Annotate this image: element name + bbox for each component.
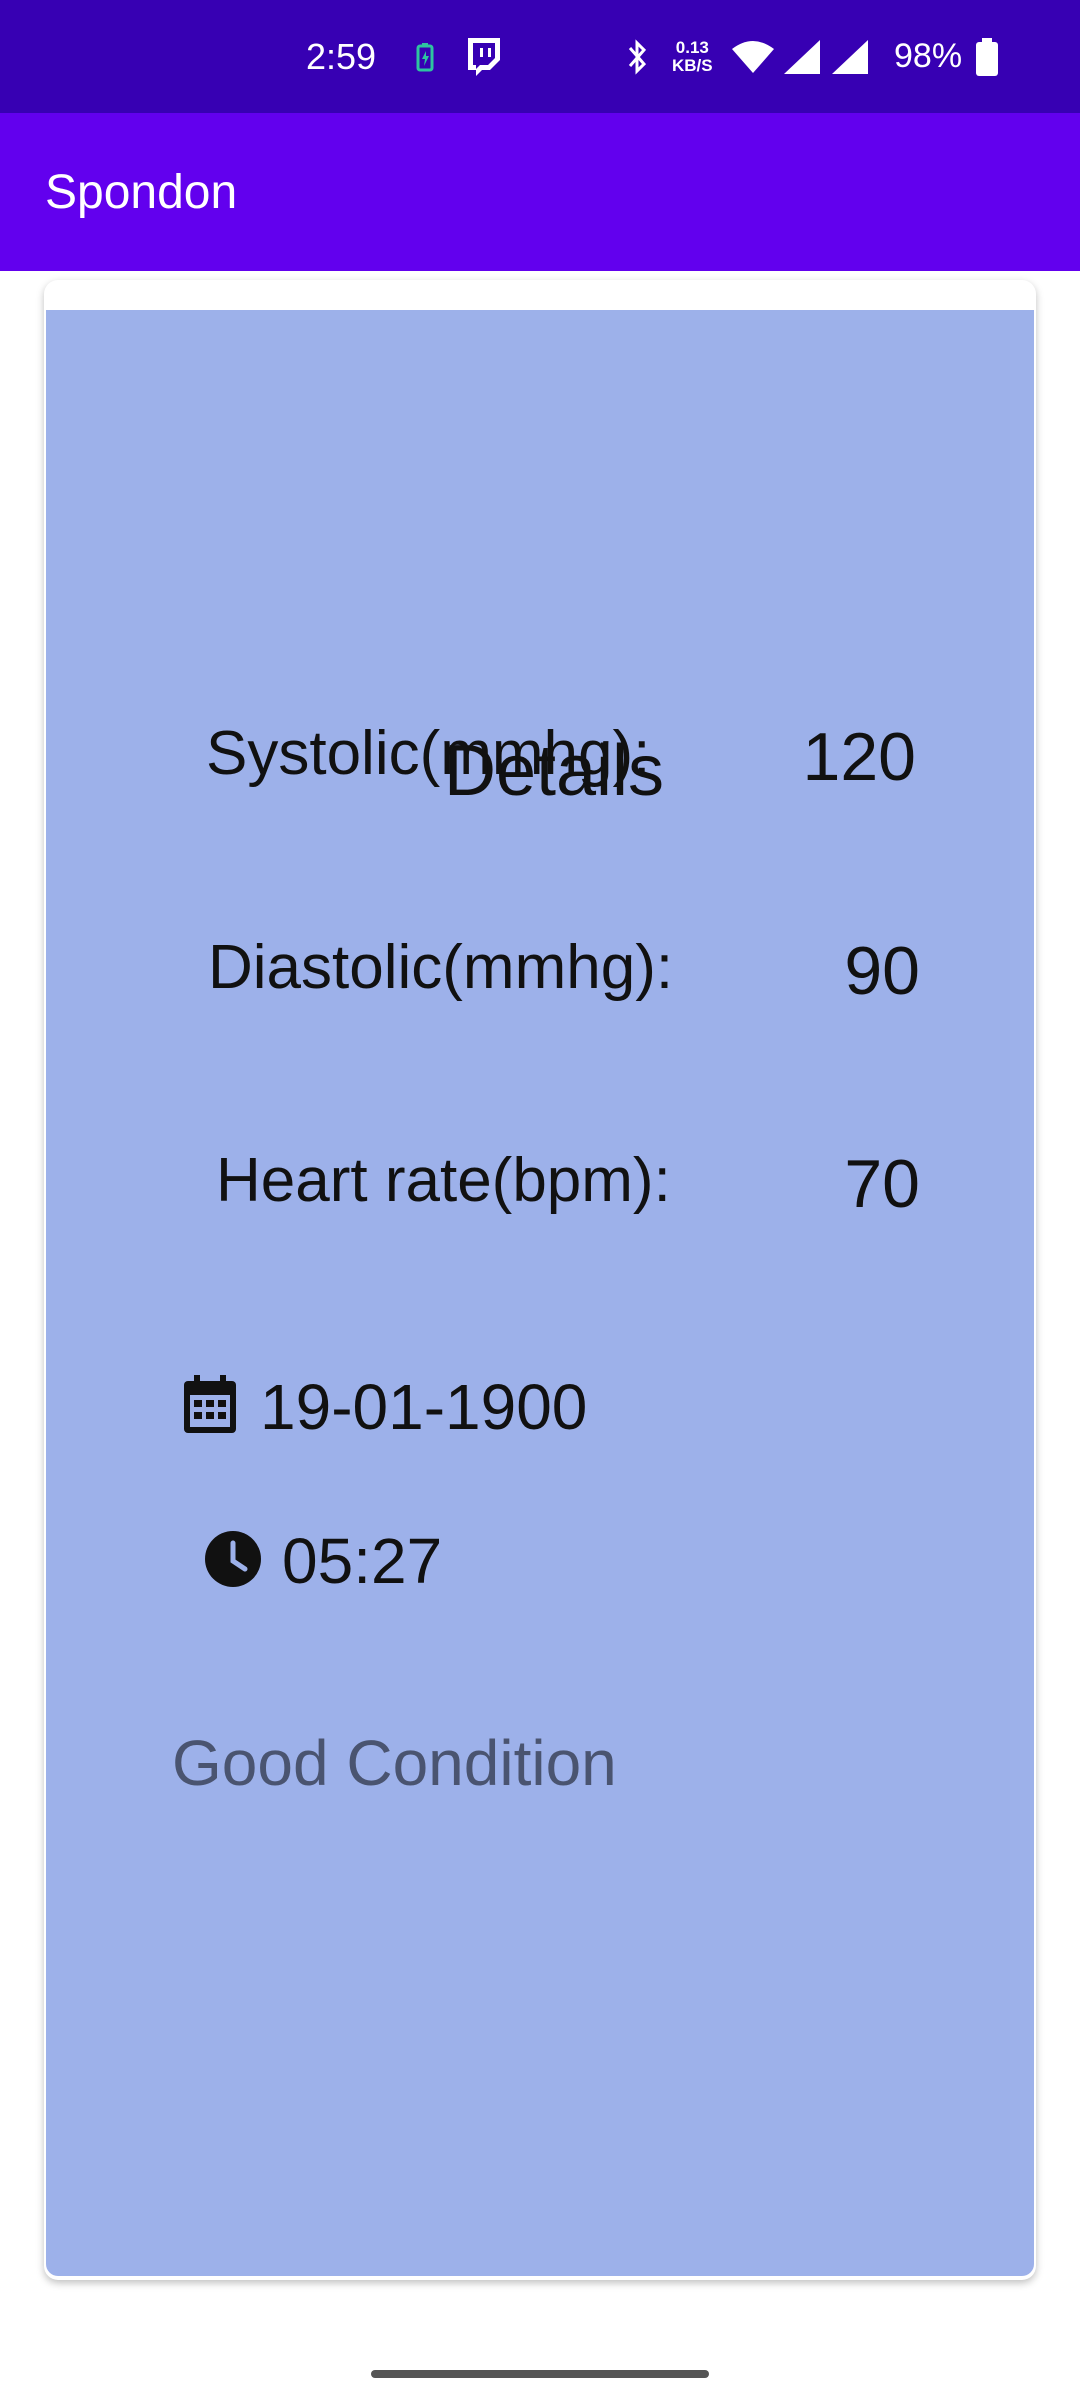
systolic-label: Systolic(mmhg): [206, 719, 651, 788]
network-speed: 0.13 KB/S [672, 0, 713, 113]
net-speed-unit: KB/S [672, 55, 713, 75]
heart-rate-value: 70 [844, 1146, 920, 1222]
systolic-value: 120 [802, 719, 916, 795]
details-card: Details [46, 310, 1034, 2276]
reading-time: 05:27 [282, 1525, 443, 1597]
clock-icon [204, 1530, 262, 1588]
status-bar: 2:59 0.13 KB/S 98% [0, 0, 1080, 113]
battery-icon [974, 0, 1000, 113]
signal-icon [782, 0, 822, 113]
status-time: 2:59 [306, 35, 377, 77]
condition-text: Good Condition [172, 1727, 617, 1799]
wifi-icon [730, 0, 776, 113]
battery-percent: 98% [894, 37, 963, 75]
reading-date: 19-01-1900 [260, 1371, 588, 1443]
gesture-nav-handle[interactable] [371, 2370, 709, 2378]
calendar-icon [182, 1375, 238, 1435]
net-speed-value: 0.13 [675, 37, 709, 57]
battery-saver-icon [414, 0, 436, 113]
diastolic-value: 90 [844, 933, 920, 1009]
bluetooth-icon [626, 0, 650, 113]
app-title: Spondon [45, 165, 238, 219]
signal-icon [830, 0, 870, 113]
app-bar: Spondon [0, 113, 1080, 271]
heart-rate-label: Heart rate(bpm): [216, 1146, 671, 1215]
twitch-icon [463, 0, 503, 113]
diastolic-label: Diastolic(mmhg): [208, 933, 674, 1002]
